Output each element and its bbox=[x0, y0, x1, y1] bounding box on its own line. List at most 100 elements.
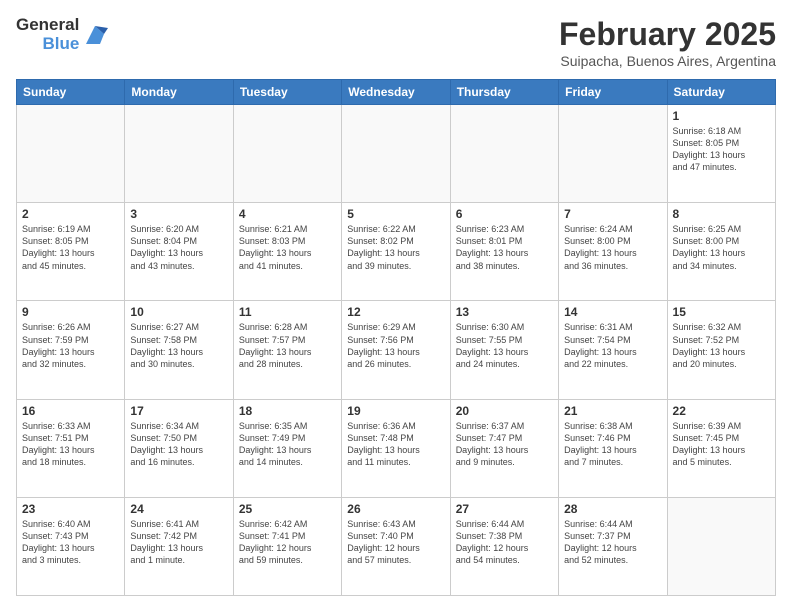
table-row: 28 Sunrise: 6:44 AM Sunset: 7:37 PM Dayli… bbox=[559, 497, 667, 595]
day-info: Sunrise: 6:36 AM Sunset: 7:48 PM Dayligh… bbox=[347, 420, 444, 469]
day-number: 1 bbox=[673, 109, 770, 123]
table-row bbox=[125, 105, 233, 203]
table-row: 11 Sunrise: 6:28 AM Sunset: 7:57 PM Dayli… bbox=[233, 301, 341, 399]
header-sunday: Sunday bbox=[17, 80, 125, 105]
day-info: Sunrise: 6:34 AM Sunset: 7:50 PM Dayligh… bbox=[130, 420, 227, 469]
day-info: Sunrise: 6:26 AM Sunset: 7:59 PM Dayligh… bbox=[22, 321, 119, 370]
table-row: 13 Sunrise: 6:30 AM Sunset: 7:55 PM Dayli… bbox=[450, 301, 558, 399]
day-info: Sunrise: 6:29 AM Sunset: 7:56 PM Dayligh… bbox=[347, 321, 444, 370]
calendar-week-row: 9 Sunrise: 6:26 AM Sunset: 7:59 PM Daylig… bbox=[17, 301, 776, 399]
day-info: Sunrise: 6:27 AM Sunset: 7:58 PM Dayligh… bbox=[130, 321, 227, 370]
day-info: Sunrise: 6:31 AM Sunset: 7:54 PM Dayligh… bbox=[564, 321, 661, 370]
day-number: 20 bbox=[456, 404, 553, 418]
day-number: 13 bbox=[456, 305, 553, 319]
table-row: 18Sunrise: 6:35 AM Sunset: 7:49 PM Dayli… bbox=[233, 399, 341, 497]
day-info: Sunrise: 6:24 AM Sunset: 8:00 PM Dayligh… bbox=[564, 223, 661, 272]
calendar-week-row: 16 Sunrise: 6:33 AM Sunset: 7:51 PM Dayli… bbox=[17, 399, 776, 497]
header-friday: Friday bbox=[559, 80, 667, 105]
page: General Blue February 2025 Suipacha, Bue… bbox=[0, 0, 792, 612]
table-row: 5Sunrise: 6:22 AM Sunset: 8:02 PM Daylig… bbox=[342, 203, 450, 301]
calendar-week-row: 2 Sunrise: 6:19 AM Sunset: 8:05 PM Daylig… bbox=[17, 203, 776, 301]
calendar-week-row: 23 Sunrise: 6:40 AM Sunset: 7:43 PM Dayli… bbox=[17, 497, 776, 595]
day-info: Sunrise: 6:37 AM Sunset: 7:47 PM Dayligh… bbox=[456, 420, 553, 469]
header-thursday: Thursday bbox=[450, 80, 558, 105]
header: General Blue February 2025 Suipacha, Bue… bbox=[16, 16, 776, 69]
calendar-week-row: 1 Sunrise: 6:18 AM Sunset: 8:05 PM Daylig… bbox=[17, 105, 776, 203]
table-row bbox=[233, 105, 341, 203]
day-number: 22 bbox=[673, 404, 770, 418]
day-number: 21 bbox=[564, 404, 661, 418]
day-number: 19 bbox=[347, 404, 444, 418]
header-monday: Monday bbox=[125, 80, 233, 105]
logo: General Blue bbox=[16, 16, 108, 53]
day-number: 24 bbox=[130, 502, 227, 516]
day-info: Sunrise: 6:19 AM Sunset: 8:05 PM Dayligh… bbox=[22, 223, 119, 272]
day-number: 11 bbox=[239, 305, 336, 319]
logo-blue: Blue bbox=[42, 35, 79, 54]
day-info: Sunrise: 6:18 AM Sunset: 8:05 PM Dayligh… bbox=[673, 125, 770, 174]
day-number: 6 bbox=[456, 207, 553, 221]
table-row: 17 Sunrise: 6:34 AM Sunset: 7:50 PM Dayli… bbox=[125, 399, 233, 497]
header-saturday: Saturday bbox=[667, 80, 775, 105]
table-row bbox=[17, 105, 125, 203]
day-number: 2 bbox=[22, 207, 119, 221]
day-number: 12 bbox=[347, 305, 444, 319]
day-info: Sunrise: 6:43 AM Sunset: 7:40 PM Dayligh… bbox=[347, 518, 444, 567]
table-row: 1 Sunrise: 6:18 AM Sunset: 8:05 PM Daylig… bbox=[667, 105, 775, 203]
title-section: February 2025 Suipacha, Buenos Aires, Ar… bbox=[559, 16, 776, 69]
table-row: 4 Sunrise: 6:21 AM Sunset: 8:03 PM Daylig… bbox=[233, 203, 341, 301]
day-info: Sunrise: 6:42 AM Sunset: 7:41 PM Dayligh… bbox=[239, 518, 336, 567]
day-number: 10 bbox=[130, 305, 227, 319]
day-number: 16 bbox=[22, 404, 119, 418]
location: Suipacha, Buenos Aires, Argentina bbox=[559, 53, 776, 69]
table-row: 23 Sunrise: 6:40 AM Sunset: 7:43 PM Dayli… bbox=[17, 497, 125, 595]
table-row: 24 Sunrise: 6:41 AM Sunset: 7:42 PM Dayli… bbox=[125, 497, 233, 595]
day-info: Sunrise: 6:30 AM Sunset: 7:55 PM Dayligh… bbox=[456, 321, 553, 370]
day-info: Sunrise: 6:20 AM Sunset: 8:04 PM Dayligh… bbox=[130, 223, 227, 272]
table-row: 9 Sunrise: 6:26 AM Sunset: 7:59 PM Daylig… bbox=[17, 301, 125, 399]
table-row bbox=[342, 105, 450, 203]
table-row bbox=[667, 497, 775, 595]
table-row: 15Sunrise: 6:32 AM Sunset: 7:52 PM Dayli… bbox=[667, 301, 775, 399]
day-number: 9 bbox=[22, 305, 119, 319]
day-info: Sunrise: 6:35 AM Sunset: 7:49 PM Dayligh… bbox=[239, 420, 336, 469]
day-number: 23 bbox=[22, 502, 119, 516]
day-info: Sunrise: 6:39 AM Sunset: 7:45 PM Dayligh… bbox=[673, 420, 770, 469]
day-number: 4 bbox=[239, 207, 336, 221]
day-info: Sunrise: 6:32 AM Sunset: 7:52 PM Dayligh… bbox=[673, 321, 770, 370]
day-info: Sunrise: 6:41 AM Sunset: 7:42 PM Dayligh… bbox=[130, 518, 227, 567]
table-row: 21 Sunrise: 6:38 AM Sunset: 7:46 PM Dayli… bbox=[559, 399, 667, 497]
day-info: Sunrise: 6:33 AM Sunset: 7:51 PM Dayligh… bbox=[22, 420, 119, 469]
day-number: 27 bbox=[456, 502, 553, 516]
day-info: Sunrise: 6:44 AM Sunset: 7:38 PM Dayligh… bbox=[456, 518, 553, 567]
calendar-header-row: Sunday Monday Tuesday Wednesday Thursday… bbox=[17, 80, 776, 105]
month-title: February 2025 bbox=[559, 16, 776, 53]
day-info: Sunrise: 6:21 AM Sunset: 8:03 PM Dayligh… bbox=[239, 223, 336, 272]
header-tuesday: Tuesday bbox=[233, 80, 341, 105]
day-info: Sunrise: 6:38 AM Sunset: 7:46 PM Dayligh… bbox=[564, 420, 661, 469]
day-number: 28 bbox=[564, 502, 661, 516]
table-row: 10 Sunrise: 6:27 AM Sunset: 7:58 PM Dayli… bbox=[125, 301, 233, 399]
table-row: 26Sunrise: 6:43 AM Sunset: 7:40 PM Dayli… bbox=[342, 497, 450, 595]
table-row: 19 Sunrise: 6:36 AM Sunset: 7:48 PM Dayli… bbox=[342, 399, 450, 497]
day-number: 25 bbox=[239, 502, 336, 516]
day-number: 7 bbox=[564, 207, 661, 221]
day-number: 5 bbox=[347, 207, 444, 221]
table-row: 6Sunrise: 6:23 AM Sunset: 8:01 PM Daylig… bbox=[450, 203, 558, 301]
day-info: Sunrise: 6:40 AM Sunset: 7:43 PM Dayligh… bbox=[22, 518, 119, 567]
table-row: 7 Sunrise: 6:24 AM Sunset: 8:00 PM Daylig… bbox=[559, 203, 667, 301]
day-number: 8 bbox=[673, 207, 770, 221]
day-number: 17 bbox=[130, 404, 227, 418]
table-row: 25 Sunrise: 6:42 AM Sunset: 7:41 PM Dayli… bbox=[233, 497, 341, 595]
header-wednesday: Wednesday bbox=[342, 80, 450, 105]
day-info: Sunrise: 6:28 AM Sunset: 7:57 PM Dayligh… bbox=[239, 321, 336, 370]
day-number: 3 bbox=[130, 207, 227, 221]
table-row: 12 Sunrise: 6:29 AM Sunset: 7:56 PM Dayli… bbox=[342, 301, 450, 399]
table-row: 20 Sunrise: 6:37 AM Sunset: 7:47 PM Dayli… bbox=[450, 399, 558, 497]
day-info: Sunrise: 6:25 AM Sunset: 8:00 PM Dayligh… bbox=[673, 223, 770, 272]
table-row: 16 Sunrise: 6:33 AM Sunset: 7:51 PM Dayli… bbox=[17, 399, 125, 497]
day-info: Sunrise: 6:44 AM Sunset: 7:37 PM Dayligh… bbox=[564, 518, 661, 567]
table-row: 2 Sunrise: 6:19 AM Sunset: 8:05 PM Daylig… bbox=[17, 203, 125, 301]
table-row bbox=[559, 105, 667, 203]
logo-general: General bbox=[16, 16, 79, 35]
